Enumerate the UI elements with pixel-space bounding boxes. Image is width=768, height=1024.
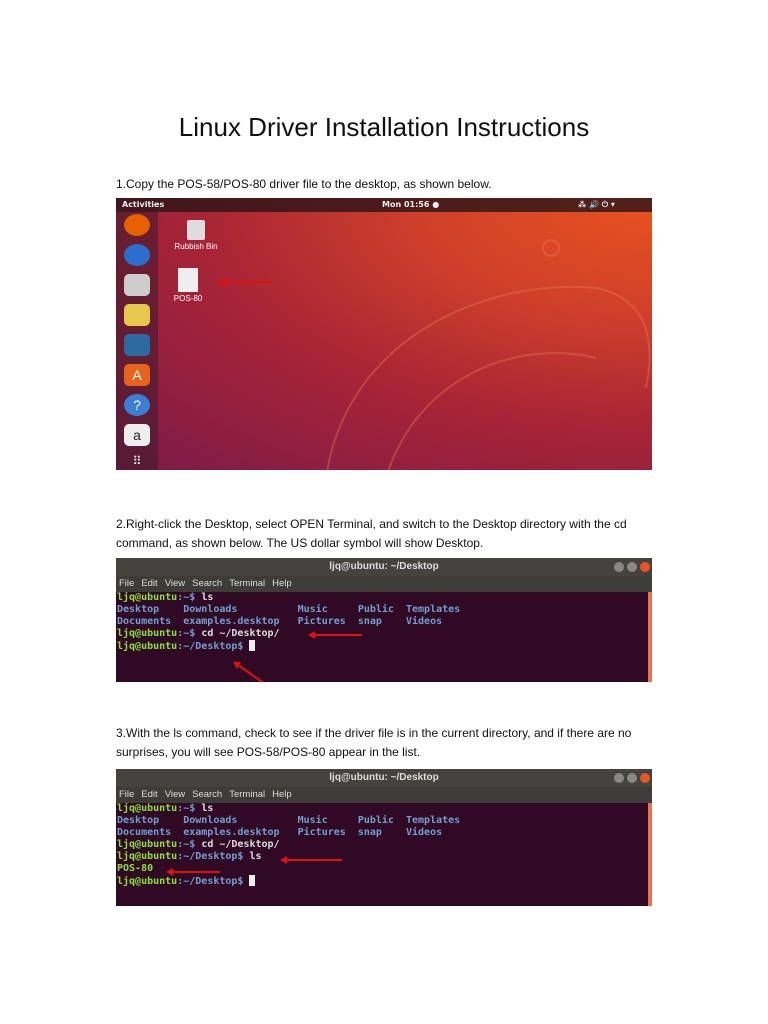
software-icon[interactable]: A	[124, 364, 150, 386]
ls-output-row: Documents examples.desktop Pictures snap…	[117, 827, 443, 838]
command: ls	[249, 851, 262, 862]
cursor	[249, 875, 256, 886]
terminal-title: ljq@ubuntu: ~/Desktop	[329, 772, 439, 783]
dock: A ? a ⠿	[116, 212, 158, 470]
prompt-path: :~$	[177, 803, 202, 814]
prompt: ljq@ubuntu	[117, 641, 178, 652]
clock[interactable]: Mon 01:56 ●	[382, 200, 439, 209]
red-arrow-annotation	[308, 631, 362, 639]
firefox-icon[interactable]	[124, 214, 150, 236]
amazon-icon[interactable]: a	[124, 424, 150, 446]
pos-80-file-label: POS-80	[173, 294, 203, 303]
terminal-window-1: ljq@ubuntu: ~/Desktop File Edit View Search…	[116, 558, 652, 682]
menu-file[interactable]: File	[119, 578, 134, 589]
red-arrow-annotation	[280, 856, 342, 864]
menu-terminal[interactable]: Terminal	[229, 789, 265, 800]
terminal-menu-bar: File Edit View Search Terminal Help	[116, 576, 652, 592]
red-arrow-annotation	[237, 664, 282, 682]
menu-file[interactable]: File	[119, 789, 134, 800]
command: ls	[201, 803, 214, 814]
prompt-path: :~/Desktop$	[177, 851, 250, 862]
top-bar: Activities Mon 01:56 ● ⁂ 🔊 ⏻ ▾	[116, 198, 652, 212]
menu-terminal[interactable]: Terminal	[229, 578, 265, 589]
prompt: ljq@ubuntu	[117, 592, 178, 603]
menu-help[interactable]: Help	[272, 789, 292, 800]
close-button[interactable]	[640, 773, 650, 783]
wallpaper-animal-outline	[326, 239, 651, 470]
terminal-window-2: ljq@ubuntu: ~/Desktop File Edit View Search…	[116, 769, 652, 906]
pos-80-file-icon[interactable]: POS-80	[158, 268, 218, 303]
writer-icon[interactable]	[124, 334, 150, 356]
prompt-path: :~/Desktop$	[177, 876, 250, 887]
page-title: Linux Driver Installation Instructions	[178, 112, 590, 142]
prompt: ljq@ubuntu	[117, 876, 178, 887]
maximize-button[interactable]	[627, 773, 637, 783]
command: cd ~/Desktop/	[201, 839, 280, 850]
maximize-button[interactable]	[627, 562, 637, 572]
menu-view[interactable]: View	[165, 789, 185, 800]
step-1-text: 1.Copy the POS-58/POS-80 driver file to …	[116, 177, 492, 191]
rubbish-bin-icon[interactable]: Rubbish Bin	[166, 220, 226, 251]
ubuntu-desktop-screenshot: Activities Mon 01:56 ● ⁂ 🔊 ⏻ ▾ A ? a ⠿ R…	[116, 198, 652, 470]
red-arrow-annotation	[166, 868, 220, 876]
prompt: ljq@ubuntu	[117, 851, 178, 862]
prompt: ljq@ubuntu	[117, 628, 178, 639]
help-icon[interactable]: ?	[124, 394, 150, 416]
rubbish-bin-label: Rubbish Bin	[174, 242, 218, 251]
cursor	[249, 640, 256, 651]
minimize-button[interactable]	[614, 773, 624, 783]
step-2-text: 2.Right-click the Desktop, select OPEN T…	[116, 517, 627, 550]
menu-search[interactable]: Search	[192, 789, 222, 800]
minimize-button[interactable]	[614, 562, 624, 572]
ls-output-row: Desktop Downloads Music Public Templates	[117, 815, 461, 826]
close-button[interactable]	[640, 562, 650, 572]
prompt-path: :~/Desktop$	[177, 641, 250, 652]
activities-button[interactable]: Activities	[122, 200, 164, 209]
scrollbar[interactable]	[648, 803, 652, 906]
thunderbird-icon[interactable]	[124, 244, 150, 266]
menu-search[interactable]: Search	[192, 578, 222, 589]
terminal-title: ljq@ubuntu: ~/Desktop	[329, 561, 439, 572]
ls-output-row: Documents examples.desktop Pictures snap…	[117, 616, 443, 627]
apps-grid-icon[interactable]: ⠿	[124, 450, 150, 470]
prompt-path: :~$	[177, 628, 202, 639]
driver-file-entry: POS-80	[117, 863, 154, 874]
prompt-path: :~$	[177, 592, 202, 603]
scrollbar[interactable]	[648, 592, 652, 682]
files-icon[interactable]	[124, 274, 150, 296]
menu-edit[interactable]: Edit	[141, 578, 157, 589]
terminal-menu-bar: File Edit View Search Terminal Help	[116, 787, 652, 803]
rhythmbox-icon[interactable]	[124, 304, 150, 326]
prompt: ljq@ubuntu	[117, 839, 178, 850]
step-3-text: 3.With the ls command, check to see if t…	[116, 726, 632, 759]
menu-help[interactable]: Help	[272, 578, 292, 589]
red-arrow-annotation	[218, 278, 272, 286]
terminal-output[interactable]: ljq@ubuntu:~$ ls Desktop Downloads Music …	[116, 803, 652, 888]
system-tray[interactable]: ⁂ 🔊 ⏻ ▾	[578, 200, 615, 210]
prompt: ljq@ubuntu	[117, 803, 178, 814]
terminal-output[interactable]: ljq@ubuntu:~$ ls Desktop Downloads Music …	[116, 592, 652, 653]
menu-edit[interactable]: Edit	[141, 789, 157, 800]
command: cd ~/Desktop/	[201, 628, 280, 639]
menu-view[interactable]: View	[165, 578, 185, 589]
command: ls	[201, 592, 214, 603]
prompt-path: :~$	[177, 839, 202, 850]
ls-output-row: Desktop Downloads Music Public Templates	[117, 604, 461, 615]
